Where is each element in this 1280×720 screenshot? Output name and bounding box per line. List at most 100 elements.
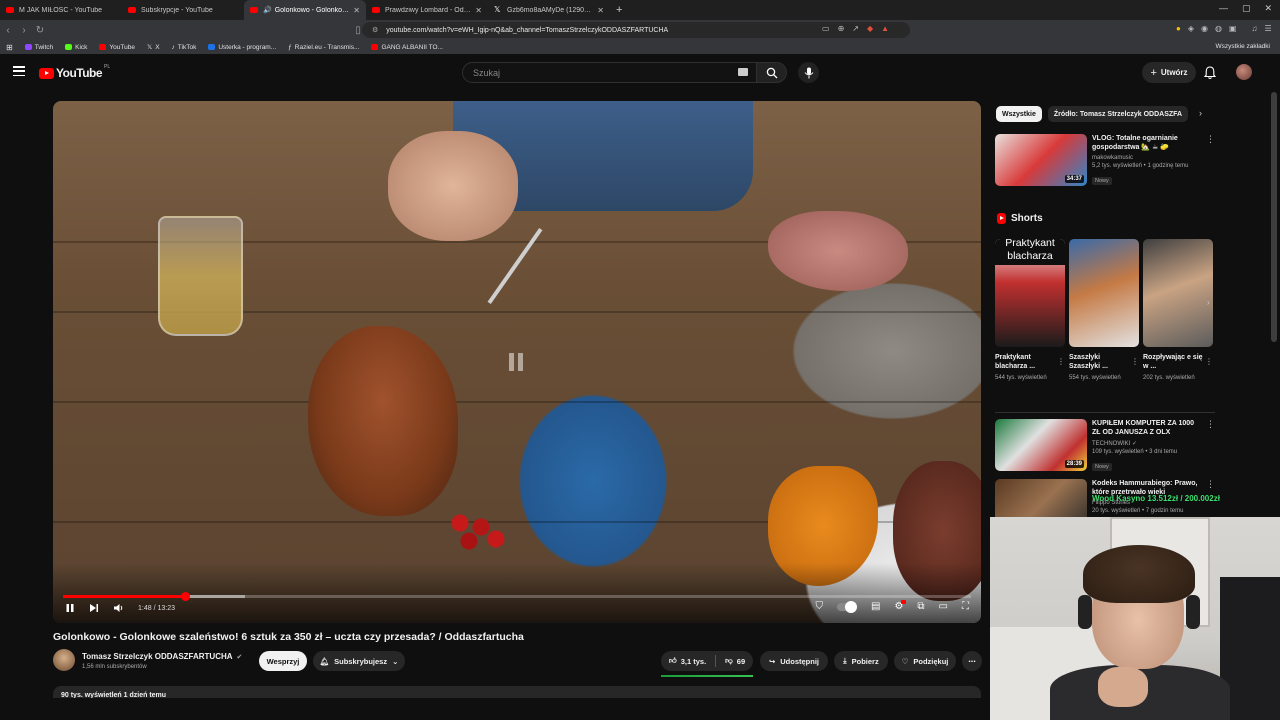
- forward-arrow-icon[interactable]: ›: [16, 25, 32, 36]
- video-thumbnail[interactable]: 28:39: [995, 419, 1087, 471]
- share-icon[interactable]: ↗: [852, 24, 859, 33]
- close-icon[interactable]: ✕: [475, 6, 482, 15]
- extension-icon[interactable]: ◆: [867, 24, 873, 33]
- all-bookmarks[interactable]: Wszystkie zakładki: [1215, 43, 1270, 50]
- dislike-button[interactable]: 👎︎ 69: [725, 656, 745, 666]
- search-input[interactable]: Szukaj: [462, 62, 757, 83]
- warning-icon[interactable]: ▲: [881, 24, 889, 33]
- short-thumbnail[interactable]: [1143, 239, 1213, 347]
- chip-source[interactable]: Źródło: Tomasz Strzelczyk ODDASZFA: [1047, 106, 1189, 122]
- menu-icon[interactable]: ☰: [1265, 24, 1272, 33]
- extension-icon[interactable]: ◉: [1201, 24, 1208, 33]
- chevron-right-icon[interactable]: ›: [1199, 108, 1202, 118]
- notifications-bell-icon[interactable]: [1204, 66, 1216, 80]
- extension-icon[interactable]: ●: [1176, 24, 1181, 33]
- recommendation-item[interactable]: 28:39 KUPIŁEM KOMPUTER ZA 1000 ZŁ OD JAN…: [995, 419, 1215, 473]
- extension-icon[interactable]: ◈: [1188, 24, 1194, 33]
- account-avatar[interactable]: [1236, 64, 1252, 80]
- video-player[interactable]: 1:48 / 13:23 ⛉ ▤ ⚙ ⧉ ▭ ⛶: [53, 101, 981, 623]
- recommendation-meta: 20 tys. wyświetleń • 7 godzin temu: [1092, 508, 1184, 514]
- kebab-menu-icon[interactable]: ⋮: [1205, 357, 1213, 366]
- site-info-icon[interactable]: ⚙: [372, 26, 378, 34]
- reload-icon[interactable]: ↻: [32, 25, 48, 36]
- download-button[interactable]: ⤓ Pobierz: [834, 651, 888, 671]
- short-item[interactable]: Szaszłyki Szaszłyki ... 554 tys. wyświet…: [1069, 239, 1139, 382]
- browser-tab[interactable]: 𝕏 Gzb6mo8aAMyDe (1290×1686) ✕: [488, 0, 610, 20]
- volume-icon[interactable]: [113, 603, 124, 613]
- speaker-icon[interactable]: 🔊: [263, 6, 272, 14]
- apps-grid-icon[interactable]: ⊞: [6, 43, 13, 52]
- recommendation-channel[interactable]: makowkamusic: [1092, 155, 1204, 161]
- video-thumbnail[interactable]: 34:37: [995, 134, 1087, 186]
- fullscreen-icon[interactable]: ⛶: [962, 602, 969, 612]
- keyboard-icon[interactable]: [738, 68, 748, 76]
- back-arrow-icon[interactable]: ‹: [0, 25, 16, 36]
- support-button[interactable]: Wesprzyj: [259, 651, 307, 671]
- youtube-logo[interactable]: YouTube PL: [39, 64, 111, 80]
- share-button[interactable]: ↪ Udostępnij: [760, 651, 828, 671]
- pause-icon[interactable]: [65, 603, 75, 613]
- close-icon[interactable]: ✕: [597, 6, 604, 15]
- bookmark-kick[interactable]: Kick: [65, 44, 87, 51]
- browser-tab[interactable]: Prawdziwy Lombard - Odcinek 282 ✕: [366, 0, 488, 20]
- short-thumbnail[interactable]: [1069, 239, 1139, 347]
- chevron-right-icon[interactable]: ›: [1207, 298, 1210, 307]
- short-item[interactable]: Praktykant blacharza Praktykant blacharz…: [995, 239, 1065, 382]
- maximize-icon[interactable]: ▢: [1242, 3, 1251, 14]
- bookmark-tiktok[interactable]: ♪ TikTok: [172, 44, 197, 51]
- browser-tab-active[interactable]: 🔊 Golonkowo - Golonkowe sza... ✕: [244, 0, 366, 20]
- autoplay-toggle[interactable]: [836, 601, 857, 613]
- channel-avatar[interactable]: [53, 649, 75, 671]
- miniplayer-icon[interactable]: ⧉: [917, 602, 924, 612]
- short-item[interactable]: Rozpływając e się w ... 202 tys. wyświet…: [1143, 239, 1213, 382]
- chip-all[interactable]: Wszystkie: [996, 106, 1042, 122]
- short-title[interactable]: Praktykant blacharza ...: [995, 353, 1055, 371]
- browser-tab[interactable]: M JAK MIŁOŚĆ - YouTube: [0, 0, 122, 20]
- channel-name[interactable]: Tomasz Strzelczyk ODDASZFARTUCHA ✔: [82, 652, 242, 661]
- close-window-icon[interactable]: ✕: [1264, 3, 1272, 14]
- short-title[interactable]: Szaszłyki Szaszłyki ...: [1069, 353, 1129, 371]
- recommendation-title[interactable]: KUPIŁEM KOMPUTER ZA 1000 ZŁ OD JANUSZA Z…: [1092, 419, 1204, 437]
- settings-gear-icon[interactable]: ⚙: [894, 600, 907, 612]
- country-code: PL: [104, 64, 111, 70]
- hype-shield-icon[interactable]: ⛉: [815, 602, 823, 612]
- hamburger-menu-icon[interactable]: [13, 66, 25, 76]
- subscribe-button[interactable]: 🔔︎ Subskrybujesz ⌄: [313, 651, 405, 671]
- next-icon[interactable]: [89, 603, 99, 613]
- zoom-icon[interactable]: ⊕: [838, 24, 845, 33]
- kebab-menu-icon[interactable]: ⋮: [1206, 479, 1215, 490]
- extension-icon[interactable]: ◍: [1215, 24, 1222, 33]
- page-scrollbar[interactable]: [1271, 92, 1277, 342]
- search-button[interactable]: [757, 62, 787, 83]
- bookmark-youtube[interactable]: YouTube: [99, 44, 135, 51]
- close-icon[interactable]: ✕: [353, 6, 360, 15]
- cast-icon[interactable]: ▭: [822, 24, 830, 33]
- bookmark-raziel[interactable]: ƒ Raziel.eu - Transmis...: [288, 44, 359, 51]
- progress-bar[interactable]: [63, 592, 971, 601]
- short-thumbnail[interactable]: Praktykant blacharza: [995, 239, 1065, 347]
- bookmark-x[interactable]: 𝕏X: [147, 43, 160, 52]
- new-tab-icon[interactable]: +: [616, 4, 622, 16]
- create-button[interactable]: + Utwórz: [1142, 62, 1196, 83]
- like-button[interactable]: 👍︎ 3,1 tys.: [669, 656, 706, 666]
- browser-tab[interactable]: Subskrypcje - YouTube: [122, 0, 244, 20]
- short-title[interactable]: Rozpływając e się w ...: [1143, 353, 1203, 371]
- thanks-button[interactable]: ♡ Podziękuj: [894, 651, 956, 671]
- bookmark-twitch[interactable]: Twitch: [24, 44, 53, 51]
- bookmark-gang[interactable]: GANG ALBANII TO...: [371, 44, 443, 51]
- minimize-icon[interactable]: —: [1219, 3, 1228, 14]
- more-actions-button[interactable]: ⋯: [962, 651, 982, 671]
- kebab-menu-icon[interactable]: ⋮: [1206, 134, 1215, 145]
- recommendation-title[interactable]: VLOG: Totalne ogarnianie gospodarstwa 🏡 …: [1092, 134, 1204, 152]
- recommendation-channel[interactable]: TECHNOWIKI ✓: [1092, 440, 1204, 447]
- kebab-menu-icon[interactable]: ⋮: [1057, 357, 1065, 366]
- theater-mode-icon[interactable]: ▭: [939, 602, 948, 612]
- subtitles-icon[interactable]: ▤: [871, 602, 880, 612]
- recommendation-item[interactable]: 34:37 VLOG: Totalne ogarnianie gospodars…: [995, 134, 1215, 188]
- kebab-menu-icon[interactable]: ⋮: [1206, 419, 1215, 430]
- bookmark-usterka[interactable]: Usterka - program...: [208, 44, 276, 51]
- media-icon[interactable]: ♫: [1252, 24, 1258, 33]
- extension-icon[interactable]: ▣: [1229, 24, 1237, 33]
- kebab-menu-icon[interactable]: ⋮: [1131, 357, 1139, 366]
- voice-search-button[interactable]: [798, 62, 819, 83]
